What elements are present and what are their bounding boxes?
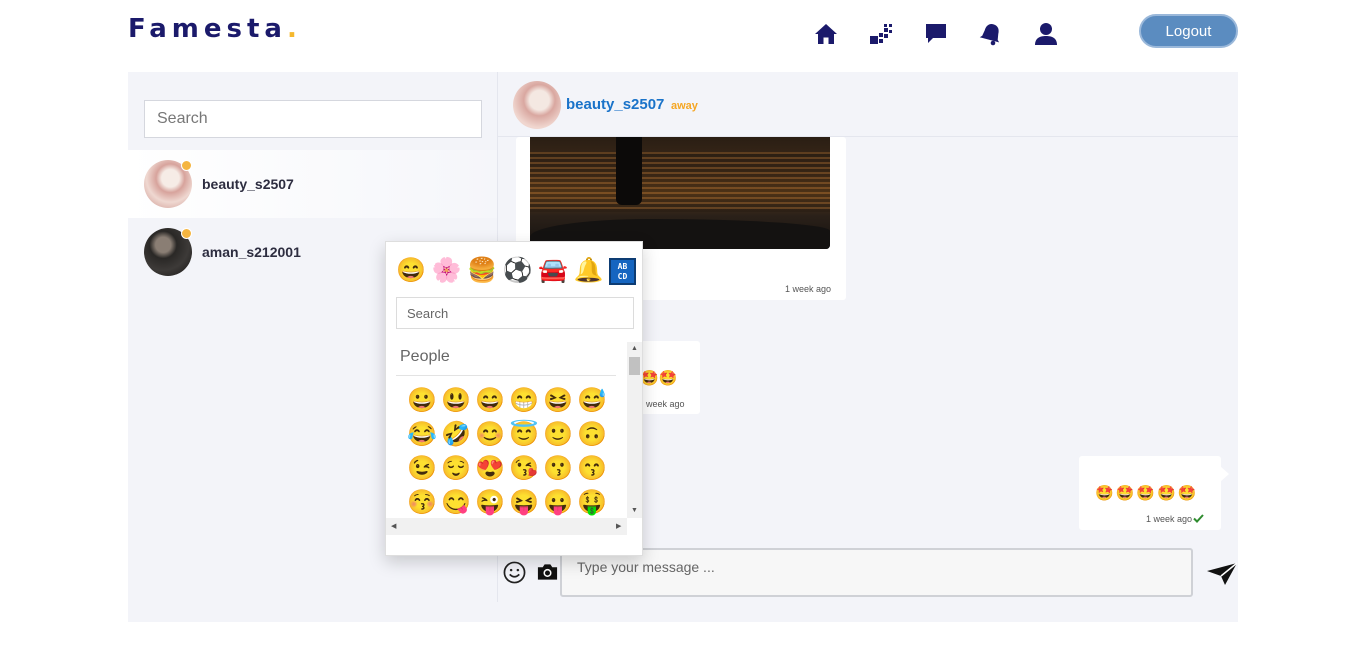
message-input-box (560, 544, 1193, 597)
category-symbols[interactable]: AB CD (609, 258, 636, 285)
emoji-option[interactable]: 😂 (405, 418, 439, 452)
emoji-option[interactable]: 😉 (405, 452, 439, 486)
emoji-section-title: People (400, 348, 450, 365)
contact-search (144, 100, 482, 138)
emoji-option[interactable]: 😋 (439, 486, 473, 517)
messenger-panel: beauty_s2507 aman_s212001 beauty_s2507 a… (128, 72, 1238, 622)
emoji-vertical-scrollbar[interactable]: ▲ ▼ (627, 342, 642, 518)
message-time: 1 week ago (1146, 514, 1193, 524)
explore-icon[interactable] (868, 21, 894, 47)
category-people[interactable]: 😄 (396, 256, 426, 286)
emoji-option[interactable]: 😃 (439, 384, 473, 418)
chat-contact-name[interactable]: beauty_s2507 (566, 96, 664, 113)
message-time: 1 week ago (785, 284, 832, 294)
chat-avatar[interactable] (513, 81, 561, 129)
emoji-option[interactable]: 🙃 (575, 418, 609, 452)
status-dot (181, 160, 192, 171)
emoji-option[interactable]: 😁 (507, 384, 541, 418)
scroll-left-arrow-icon[interactable]: ◀ (391, 518, 396, 535)
contact-item[interactable]: beauty_s2507 (128, 150, 497, 218)
emoji-picker: 😄 🌸 🍔 ⚽ 🚘 🔔 AB CD People 😀😃😄😁😆😅😂🤣😊😇🙂🙃😉😌😍… (385, 241, 643, 556)
emoji-grid: 😀 😃 😄 😁 😆 😅 😂 🤣 😊 😇 🙂 🙃 😉 😌 😍 😘 😗 😙 😚 😋 😜 😝 😛 🤑 (405, 384, 611, 517)
message-text: 🤩🤩🤩🤩🤩 (1095, 485, 1199, 502)
logout-button[interactable]: Logout (1139, 14, 1238, 48)
emoji-option[interactable]: 😄 (473, 384, 507, 418)
message-input[interactable] (562, 544, 1191, 589)
emoji-option[interactable]: 😝 (507, 486, 541, 517)
emoji-search-input[interactable] (397, 298, 633, 328)
contact-search-input[interactable] (145, 101, 481, 137)
emoji-option[interactable]: 😊 (473, 418, 507, 452)
top-header: Famesta. Logout (0, 0, 1366, 72)
profile-icon[interactable] (1033, 21, 1059, 47)
message-time: week ago (646, 399, 685, 409)
category-food[interactable]: 🍔 (467, 256, 497, 286)
emoji-option[interactable]: 😗 (541, 452, 575, 486)
emoji-option[interactable]: 🤑 (575, 486, 609, 517)
category-objects[interactable]: 🔔 (574, 256, 604, 286)
camera-icon[interactable] (535, 561, 559, 583)
emoji-option[interactable]: 😛 (541, 486, 575, 517)
send-icon[interactable] (1206, 562, 1238, 586)
emoji-option[interactable]: 😇 (507, 418, 541, 452)
scrollbar-thumb[interactable] (629, 357, 640, 375)
brand-logo[interactable]: Famesta. (128, 14, 297, 44)
emoji-option[interactable]: 😚 (405, 486, 439, 517)
bubble-tail (1220, 466, 1229, 482)
chat-status: away (671, 100, 698, 112)
scroll-down-arrow-icon[interactable]: ▼ (627, 505, 642, 517)
home-icon[interactable] (813, 21, 839, 47)
status-dot (181, 228, 192, 239)
emoji-list: People 😀 😃 😄 😁 😆 😅 😂 🤣 😊 😇 🙂 🙃 😉 😌 😍 😘 😗 😙 😚 😋 😜 😝 😛 🤑 (386, 342, 642, 517)
brand-name: Famesta (128, 14, 287, 44)
emoji-category-bar: 😄 🌸 🍔 ⚽ 🚘 🔔 AB CD (396, 256, 636, 286)
emoji-search (396, 297, 634, 329)
emoji-option[interactable]: 😌 (439, 452, 473, 486)
emoji-horizontal-scrollbar[interactable]: ◀ ▶ (386, 518, 627, 535)
category-travel[interactable]: 🚘 (538, 256, 568, 286)
notifications-icon[interactable] (978, 21, 1004, 47)
emoji-option[interactable]: 😍 (473, 452, 507, 486)
scroll-up-arrow-icon[interactable]: ▲ (627, 343, 642, 355)
emoji-option[interactable]: 😆 (541, 384, 575, 418)
contact-name: beauty_s2507 (202, 176, 294, 192)
category-nature[interactable]: 🌸 (432, 256, 462, 286)
message-text: 🤩🤩 (640, 370, 678, 387)
chat-header: beauty_s2507 away (498, 72, 1238, 137)
scroll-right-arrow-icon[interactable]: ▶ (616, 518, 621, 535)
divider (396, 375, 616, 376)
emoji-option[interactable]: 🙂 (541, 418, 575, 452)
emoji-option[interactable]: 😅 (575, 384, 609, 418)
read-check-icon (1193, 514, 1204, 523)
emoji-toggle-icon[interactable] (502, 560, 526, 584)
chat-icon[interactable] (923, 21, 949, 47)
message-image[interactable] (530, 137, 830, 249)
emoji-option[interactable]: 🤣 (439, 418, 473, 452)
emoji-option[interactable]: 😀 (405, 384, 439, 418)
brand-dot: . (286, 14, 297, 44)
emoji-option[interactable]: 😘 (507, 452, 541, 486)
category-activity[interactable]: ⚽ (503, 256, 533, 286)
emoji-option[interactable]: 😜 (473, 486, 507, 517)
emoji-option[interactable]: 😙 (575, 452, 609, 486)
contact-name: aman_s212001 (202, 244, 301, 260)
